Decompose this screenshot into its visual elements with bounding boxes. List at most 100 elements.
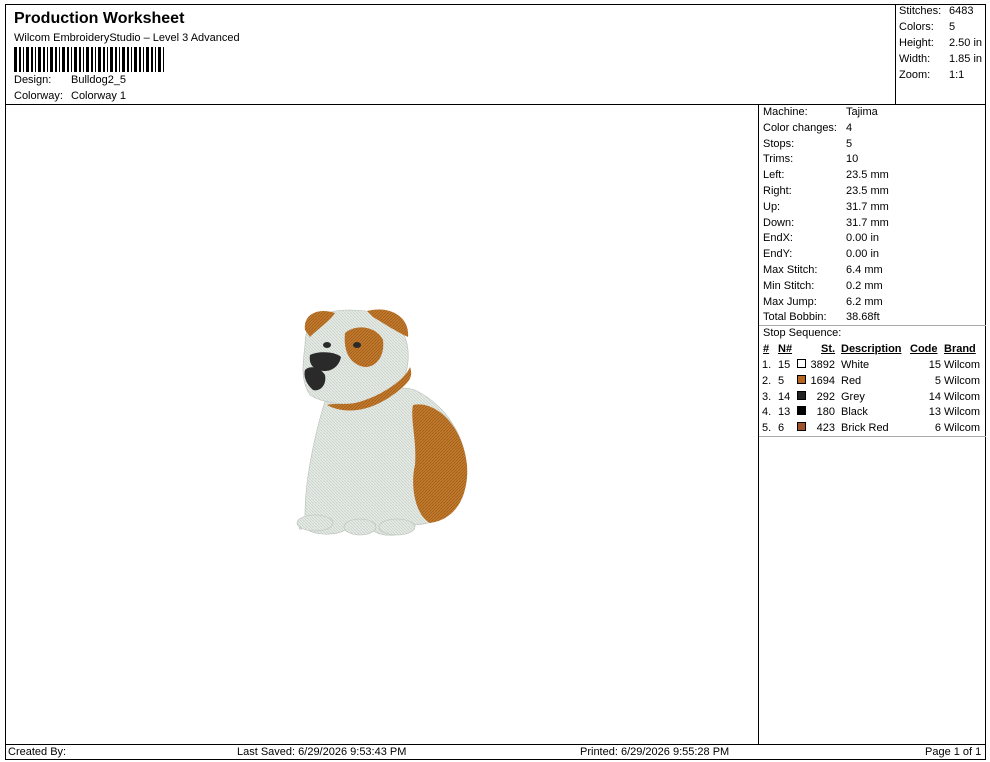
machine-info-value: 0.00 in	[846, 232, 880, 245]
cell-n: 6	[778, 422, 785, 435]
cell-brand: Wilcom	[944, 406, 981, 419]
colorway-label: Colorway:	[14, 90, 63, 102]
color-swatch	[797, 374, 806, 384]
cell-num: 1.	[762, 359, 772, 371]
machine-info-value: 31.7 mm	[846, 216, 889, 229]
machine-info-label: Left:	[763, 169, 785, 182]
machine-info-row: Min Stitch: 0.2 mm	[763, 280, 983, 295]
cell-st: 180	[816, 406, 835, 419]
machine-info-row: EndX: 0.00 in	[763, 232, 983, 247]
divider	[759, 436, 986, 437]
software-subtitle: Wilcom EmbroideryStudio – Level 3 Advanc…	[14, 32, 240, 44]
divider	[759, 325, 986, 326]
cell-st: 292	[816, 390, 835, 403]
stat-height: Height: 2.50 in	[899, 37, 983, 49]
machine-info-row: Trims: 10	[763, 153, 983, 168]
column-header-code: Code	[910, 343, 938, 355]
cell-n: 14	[778, 390, 791, 403]
cell-st: 1694	[810, 374, 835, 387]
cell-n: 15	[778, 359, 791, 371]
machine-info-label: Right:	[763, 185, 792, 197]
column-header-num: #	[763, 343, 770, 355]
page-title: Production Worksheet	[14, 10, 185, 27]
stat-zoom: Zoom: 1:1	[899, 69, 965, 81]
machine-info-row: Down: 31.7 mm	[763, 217, 983, 232]
cell-brand: Wilcom	[944, 390, 981, 403]
cell-description: Brick Red	[841, 422, 889, 435]
worksheet-footer: Created By: Last Saved: 6/29/2026 9:53:4…	[5, 744, 986, 760]
machine-info-value: 23.5 mm	[846, 169, 889, 182]
color-swatch	[797, 359, 806, 368]
machine-info-label: Color changes:	[763, 121, 837, 134]
cell-num: 3.	[762, 390, 772, 403]
stop-sequence-row: 1. 15 3892 White 15 Wilcom	[759, 359, 986, 375]
machine-info-value: 4	[846, 121, 853, 134]
bulldog-embroidery-design	[296, 309, 468, 536]
machine-info-label: Down:	[763, 216, 795, 229]
cell-brand: Wilcom	[944, 374, 981, 387]
column-header-description: Description	[841, 343, 902, 355]
machine-info-value: 5	[846, 137, 853, 150]
machine-info-row: Stops: 5	[763, 138, 983, 153]
stop-sequence-title: Stop Sequence:	[763, 327, 842, 339]
barcode	[14, 47, 164, 72]
machine-info-row: Machine: Tajima	[763, 106, 983, 121]
color-swatch	[797, 406, 806, 416]
machine-info-value: 23.5 mm	[846, 185, 889, 197]
stat-colors: Colors: 5	[899, 21, 956, 33]
machine-info-value: 6.4 mm	[846, 264, 883, 276]
machine-info-label: Trims:	[763, 153, 794, 166]
machine-info-value: 38.68ft	[846, 311, 880, 324]
cell-brand: Wilcom	[944, 359, 981, 371]
stat-stitches: Stitches: 6483	[899, 5, 974, 17]
machine-info-row: Max Jump: 6.2 mm	[763, 296, 983, 311]
last-saved: Last Saved: 6/29/2026 9:53:43 PM	[237, 746, 407, 758]
color-swatch	[797, 390, 806, 400]
cell-code: 13	[928, 406, 941, 419]
column-header-brand: Brand	[944, 343, 976, 355]
colorway-value: Colorway 1	[71, 90, 127, 102]
column-header-st: St.	[821, 343, 836, 355]
machine-info-value: 31.7 mm	[846, 200, 889, 213]
cell-num: 2.	[762, 374, 772, 387]
color-swatch	[797, 422, 806, 432]
cell-code: 15	[928, 359, 941, 371]
machine-info-row: Max Stitch: 6.4 mm	[763, 264, 983, 279]
machine-info-label: Machine:	[763, 106, 808, 118]
cell-brand: Wilcom	[944, 422, 981, 435]
cell-st: 3892	[810, 359, 835, 371]
machine-info-value: 0.2 mm	[846, 279, 883, 292]
machine-info-row: Up: 31.7 mm	[763, 201, 983, 216]
machine-info-row: Left: 23.5 mm	[763, 169, 983, 184]
machine-info-label: Stops:	[763, 137, 795, 150]
cell-num: 5.	[762, 422, 772, 435]
machine-info-label: Min Stitch:	[763, 279, 815, 292]
design-label: Design:	[14, 74, 52, 86]
cell-n: 13	[778, 406, 791, 419]
stop-sequence-row: 3. 14 292 Grey 14 Wilcom	[759, 390, 986, 407]
cell-n: 5	[778, 374, 785, 387]
machine-info-value: Tajima	[846, 106, 878, 118]
machine-info-value: 0.00 in	[846, 248, 880, 261]
cell-description: Grey	[841, 390, 865, 403]
cell-code: 5	[934, 374, 941, 387]
printed-date: Printed: 6/29/2026 9:55:28 PM	[580, 746, 730, 758]
design-stats: Stitches: 6483 Colors: 5 Height: 2.50 in Wi…	[896, 4, 986, 105]
cell-code: 14	[928, 390, 941, 403]
cell-description: White	[841, 359, 870, 371]
design-value: Bulldog2_5	[71, 74, 127, 86]
stat-width: Width: 1.85 in	[899, 53, 983, 65]
machine-info-label: Max Stitch:	[763, 264, 818, 276]
stop-sequence-row: 4. 13 180 Black 13 Wilcom	[759, 406, 986, 422]
machine-info-row: Right: 23.5 mm	[763, 185, 983, 200]
machine-info-label: Max Jump:	[763, 295, 817, 308]
column-header-n: N#	[778, 343, 793, 355]
stop-sequence-row: 2. 5 1694 Red 5 Wilcom	[759, 374, 986, 391]
machine-info-value: 6.2 mm	[846, 295, 883, 308]
worksheet-header: Production Worksheet Wilcom EmbroiderySt…	[5, 4, 896, 105]
machine-info-label: Up:	[763, 200, 781, 213]
cell-description: Red	[841, 374, 862, 387]
cell-st: 423	[816, 422, 835, 435]
design-preview-area	[5, 105, 759, 744]
created-by: Created By:	[8, 746, 67, 758]
